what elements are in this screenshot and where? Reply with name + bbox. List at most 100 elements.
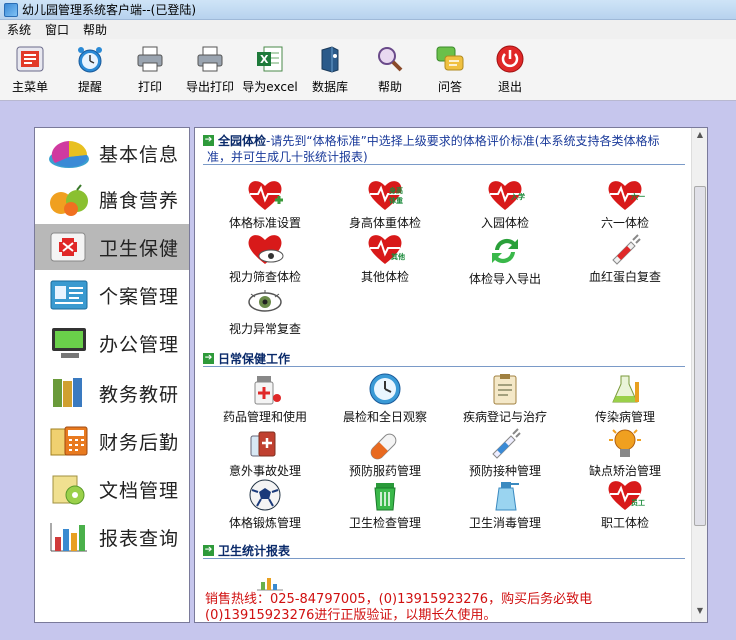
item-other-exam[interactable]: 其他 其他体检 — [325, 232, 445, 285]
help-button[interactable]: 帮助 — [360, 43, 420, 99]
heart-rate-icon: 员工 — [605, 478, 645, 512]
green-arrow-icon: ➔ — [203, 545, 214, 556]
item-label: 入园体检 — [480, 216, 529, 230]
qa-button[interactable]: 问答 — [420, 43, 480, 99]
menu-help[interactable]: 帮助 — [76, 21, 114, 38]
syringe-icon — [605, 232, 645, 266]
sidebar-item-health-care[interactable]: 卫生保健 — [35, 224, 189, 270]
item-exercise[interactable]: 体格锻炼管理 — [205, 478, 325, 531]
bar-chart-icon — [41, 516, 97, 558]
sidebar-item-documents[interactable]: 文档管理 — [35, 466, 189, 512]
content-scrollbar[interactable]: ▲ ▼ — [691, 128, 707, 622]
sidebar-item-reports[interactable]: 报表查询 — [35, 514, 189, 560]
item-label: 传染病管理 — [594, 410, 655, 424]
section-physical-title: ➔ 全园体检 -请先到“体格标准”中选择上级要求的体格评价标准(本系统支持各类体… — [203, 132, 659, 149]
item-disease-registry[interactable]: 疾病登记与治疗 — [445, 372, 565, 425]
item-staff-exam[interactable]: 员工 职工体检 — [565, 478, 685, 531]
scroll-up-icon[interactable]: ▲ — [694, 130, 706, 144]
item-hemoglobin-recheck[interactable]: 血红蛋白复查 — [565, 232, 685, 285]
export-excel-button[interactable]: X 导为excel — [240, 43, 300, 99]
item-infectious-disease[interactable]: 传染病管理 — [565, 372, 685, 425]
hotline-line1: 销售热线：025-84797005，(0)13915923276，购买后务必致电 — [205, 592, 593, 607]
item-disinfection[interactable]: 卫生消毒管理 — [445, 478, 565, 531]
trash-bin-icon — [365, 478, 405, 512]
item-june-first-exam[interactable]: 六一 六一体检 — [565, 178, 685, 231]
power-icon — [494, 43, 526, 75]
sidebar-item-office[interactable]: 办公管理 — [35, 320, 189, 366]
item-tag: 其他 — [391, 253, 405, 261]
sidebar-item-case-management[interactable]: 个案管理 — [35, 272, 189, 318]
sidebar: 基本信息 膳食营养 卫生保健 个案管理 办公管理 教务教研 财务后勤 文档管理 — [34, 127, 190, 623]
sales-hotline: 销售热线：025-84797005，(0)13915923276，购买后务必致电… — [205, 592, 593, 623]
item-preventive-medication[interactable]: 预防服药管理 — [325, 426, 445, 479]
excel-icon: X — [254, 43, 286, 75]
item-accident[interactable]: 意外事故处理 — [205, 426, 325, 479]
section-daily-title: ➔ 日常保健工作 — [203, 350, 290, 367]
item-label: 六一体检 — [600, 216, 649, 230]
sidebar-item-basic-info[interactable]: 基本信息 — [35, 130, 189, 176]
section-stats-title: ➔ 卫生统计报表 — [203, 542, 290, 559]
section-note: -请先到“体格标准”中选择上级要求的体格评价标准(本系统支持各类体格标 — [266, 134, 660, 148]
item-morning-check[interactable]: 晨检和全日观察 — [325, 372, 445, 425]
scroll-down-icon[interactable]: ▼ — [694, 606, 706, 620]
item-label: 视力异常复查 — [228, 322, 301, 336]
menu-window[interactable]: 窗口 — [38, 21, 76, 38]
exit-button[interactable]: 退出 — [480, 43, 540, 99]
main-menu-button[interactable]: 主菜单 — [0, 43, 60, 99]
item-physical-standard[interactable]: 体格标准设置 — [205, 178, 325, 231]
heart-eye-icon — [245, 232, 285, 266]
test-tube-icon — [605, 372, 645, 406]
scroll-thumb[interactable] — [694, 186, 706, 526]
sidebar-item-label: 基本信息 — [99, 143, 180, 166]
monitor-icon — [41, 322, 97, 364]
item-hygiene-inspection[interactable]: 卫生检查管理 — [325, 478, 445, 531]
stats-chart-icon[interactable] — [255, 572, 285, 592]
item-label: 卫生检查管理 — [348, 516, 421, 530]
item-label: 药品管理和使用 — [222, 410, 307, 424]
item-tag: 入学 — [511, 193, 525, 201]
item-import-export[interactable]: 体检导入导出 — [445, 234, 565, 287]
item-label: 其他体检 — [360, 270, 409, 284]
item-label: 意外事故处理 — [228, 464, 301, 478]
calculator-icon — [41, 420, 97, 462]
hotline-line2: (0)13915923276进行正版验证，以期长久使用。 — [205, 608, 497, 623]
item-medicine[interactable]: 药品管理和使用 — [205, 372, 325, 425]
item-admission-exam[interactable]: 入学 入园体检 — [445, 178, 565, 231]
first-aid-icon — [41, 226, 97, 268]
item-vision-recheck[interactable]: 视力异常复查 — [205, 284, 325, 337]
section-divider — [203, 164, 685, 165]
heart-rate-icon: 身高体重 — [365, 178, 405, 212]
lightbulb-icon — [605, 426, 645, 460]
item-label: 疾病登记与治疗 — [462, 410, 547, 424]
sidebar-item-teaching[interactable]: 教务教研 — [35, 370, 189, 416]
sidebar-item-label: 卫生保健 — [99, 237, 180, 260]
medicine-bottle-icon — [245, 372, 285, 406]
database-label: 数据库 — [311, 80, 348, 94]
sidebar-item-label: 财务后勤 — [99, 431, 180, 454]
item-vision-screening[interactable]: 视力筛查体检 — [205, 232, 325, 285]
item-label: 卫生消毒管理 — [468, 516, 541, 530]
alarm-button[interactable]: 提醒 — [60, 43, 120, 99]
documents-icon — [41, 468, 97, 510]
help-icon — [374, 43, 406, 75]
sidebar-item-label: 文档管理 — [99, 479, 180, 502]
qa-icon — [434, 43, 466, 75]
menu-system[interactable]: 系统 — [0, 21, 38, 38]
svg-text:X: X — [260, 53, 269, 66]
eye-icon — [245, 284, 285, 318]
item-defect-correction[interactable]: 缺点矫治管理 — [565, 426, 685, 479]
exit-label: 退出 — [497, 80, 522, 94]
green-arrow-icon: ➔ — [203, 135, 214, 146]
item-height-weight[interactable]: 身高体重 身高体重体检 — [325, 178, 445, 231]
export-print-button[interactable]: 导出打印 — [180, 43, 240, 99]
spray-bottle-icon — [485, 478, 525, 512]
item-vaccination[interactable]: 预防接种管理 — [445, 426, 565, 479]
database-button[interactable]: 数据库 — [300, 43, 360, 99]
sidebar-item-nutrition[interactable]: 膳食营养 — [35, 176, 189, 222]
heart-rate-icon — [245, 178, 285, 212]
toolbar: 主菜单 提醒 打印 导出打印 X 导为excel 数据库 帮助 问答 退出 — [0, 39, 736, 101]
qa-label: 问答 — [437, 80, 462, 94]
sidebar-item-finance[interactable]: 财务后勤 — [35, 418, 189, 464]
print-button[interactable]: 打印 — [120, 43, 180, 99]
item-label: 视力筛查体检 — [228, 270, 301, 284]
